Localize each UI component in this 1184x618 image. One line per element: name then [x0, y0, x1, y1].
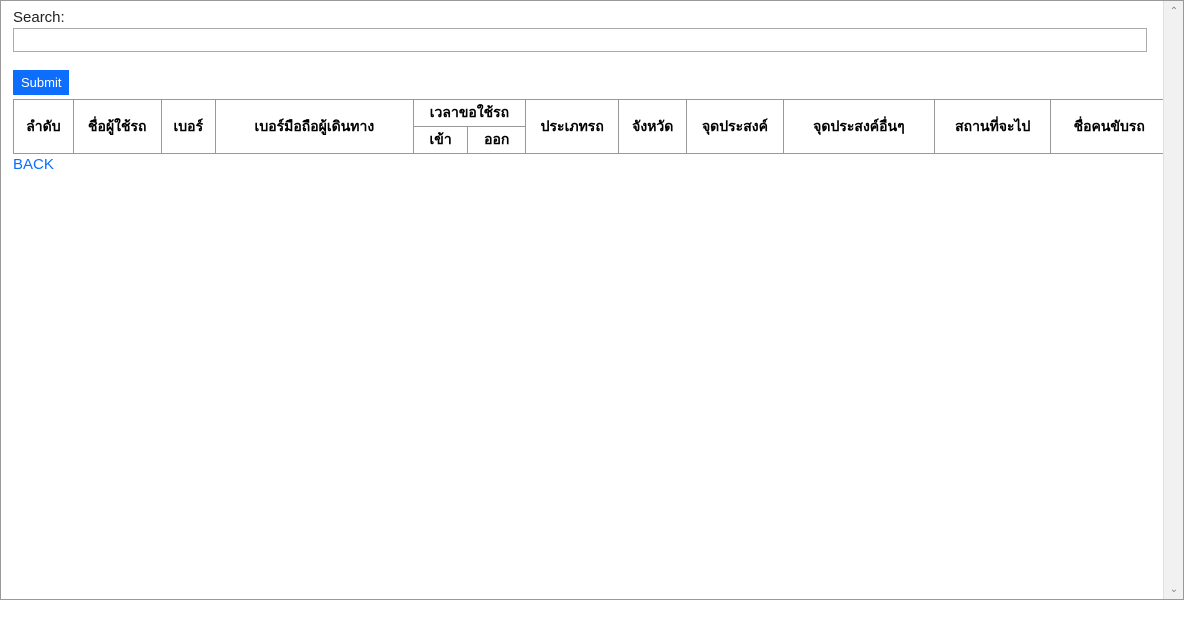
col-purpose: จุดประสงค์	[687, 100, 784, 154]
col-time-out: ออก	[468, 127, 526, 154]
col-user: ชื่อผู้ใช้รถ	[73, 100, 161, 154]
col-province: จังหวัด	[619, 100, 687, 154]
col-number: เบอร์	[161, 100, 215, 154]
col-seq: ลำดับ	[14, 100, 74, 154]
col-time-in: เข้า	[413, 127, 468, 154]
results-table: ลำดับ ชื่อผู้ใช้รถ เบอร์ เบอร์มือถือผู้เ…	[13, 99, 1163, 154]
main-frame: Search: Submit ลำดับ ชื่อผู้ใช้รถ เบอร์ …	[0, 0, 1184, 600]
col-vehicle-type: ประเภทรถ	[526, 100, 619, 154]
col-driver: ชื่อคนขับรถ	[1051, 100, 1163, 154]
back-link[interactable]: BACK	[13, 156, 54, 173]
search-label: Search:	[13, 9, 1151, 26]
search-input[interactable]	[13, 28, 1147, 52]
scroll-up-icon[interactable]: ⌃	[1164, 1, 1184, 21]
col-request-time: เวลาขอใช้รถ	[413, 100, 525, 127]
scrollbar[interactable]: ⌃ ⌄	[1163, 1, 1183, 599]
submit-button[interactable]: Submit	[13, 70, 69, 95]
col-traveler-phone: เบอร์มือถือผู้เดินทาง	[215, 100, 413, 154]
scroll-down-icon[interactable]: ⌄	[1164, 579, 1184, 599]
col-other-purpose: จุดประสงค์อื่นๆ	[783, 100, 934, 154]
content-area: Search: Submit ลำดับ ชื่อผู้ใช้รถ เบอร์ …	[1, 1, 1163, 599]
col-destination: สถานที่จะไป	[935, 100, 1051, 154]
